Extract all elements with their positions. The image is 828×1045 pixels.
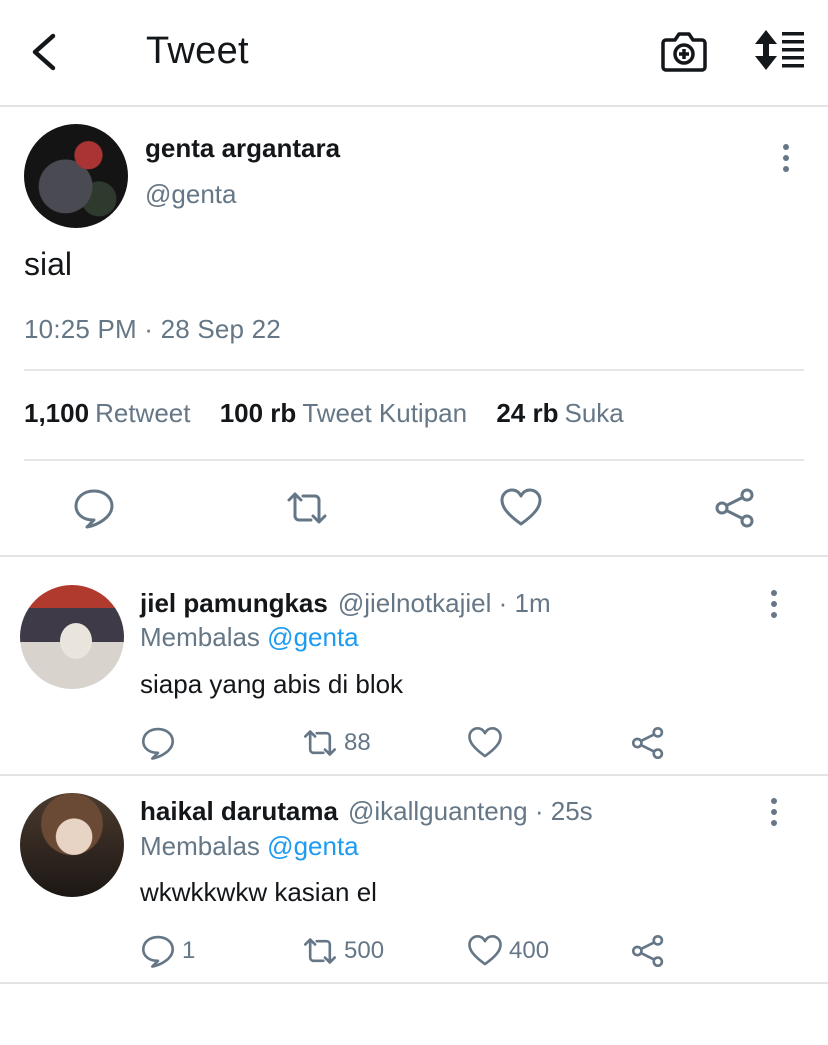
share-icon	[631, 934, 664, 968]
share-button[interactable]	[630, 931, 666, 971]
reply-author-handle[interactable]: @jielnotkajiel	[338, 588, 492, 618]
avatar[interactable]	[20, 793, 124, 897]
like-button[interactable]	[467, 723, 509, 763]
like-count: 400	[509, 937, 550, 964]
reply-time: · 25s	[534, 796, 593, 826]
retweet-button[interactable]	[285, 486, 329, 530]
divider	[0, 555, 828, 557]
reply-count: 1	[182, 937, 196, 964]
reply-button[interactable]	[72, 486, 116, 530]
chevron-left-icon	[32, 33, 56, 71]
share-icon	[631, 726, 664, 760]
quotes-label: Tweet Kutipan	[302, 398, 468, 428]
divider	[0, 982, 828, 984]
divider	[0, 774, 828, 776]
like-button[interactable]: 400	[467, 931, 549, 971]
reply-text: siapa yang abis di blok	[140, 669, 404, 699]
reply-author-handle[interactable]: @ikallguanteng	[348, 796, 528, 826]
tweet-text: sial	[24, 246, 73, 282]
reply-button[interactable]: 1	[140, 931, 195, 971]
mention-link[interactable]: @genta	[267, 831, 358, 861]
share-button[interactable]	[713, 486, 757, 530]
retweets-count: 1,100	[24, 398, 90, 428]
reply-text: wkwkkwkw kasian el	[140, 877, 377, 907]
heart-icon	[500, 488, 542, 526]
replying-to: Membalas @genta	[140, 622, 359, 653]
retweet-button[interactable]: 500	[302, 931, 384, 971]
sort-list-icon	[755, 30, 804, 70]
reply-header: haikal darutama @ikallguanteng · 25s	[140, 796, 593, 827]
quotes-count: 100 rb	[219, 398, 297, 428]
more-options-button[interactable]	[762, 588, 786, 620]
like-button[interactable]	[499, 486, 543, 530]
sort-button[interactable]	[752, 28, 808, 72]
back-button[interactable]	[26, 28, 66, 76]
avatar[interactable]	[20, 585, 124, 689]
retweet-button[interactable]: 88	[302, 723, 371, 763]
replying-to: Membalas @genta	[140, 831, 359, 862]
more-vertical-icon	[771, 798, 777, 826]
retweets-label: Retweet	[95, 398, 191, 428]
reply-author-name[interactable]: jiel pamungkas	[140, 588, 328, 618]
replying-prefix: Membalas	[140, 831, 260, 861]
more-vertical-icon	[783, 144, 789, 172]
retweet-count: 88	[344, 729, 371, 756]
mention-link[interactable]: @genta	[267, 622, 358, 652]
retweet-icon	[303, 938, 337, 964]
more-vertical-icon	[771, 590, 777, 618]
reply-header: jiel pamungkas @jielnotkajiel · 1m	[140, 588, 551, 619]
comment-icon	[141, 935, 175, 968]
quotes-stat[interactable]: 100 rb Tweet Kutipan	[220, 398, 467, 428]
reply-button[interactable]	[140, 723, 182, 763]
page-title: Tweet	[146, 30, 249, 72]
retweet-count: 500	[344, 937, 385, 964]
tweet-stats: 1,100 Retweet 100 rb Tweet Kutipan 24 rb Su…	[24, 398, 646, 429]
reply-author-name[interactable]: haikal darutama	[140, 796, 338, 826]
author-handle[interactable]: @genta	[145, 179, 236, 210]
divider	[24, 459, 804, 461]
reply-time: · 1m	[498, 588, 551, 618]
share-button[interactable]	[630, 723, 666, 763]
tweet-timestamp: 10:25 PM · 28 Sep 22	[24, 314, 281, 344]
replying-prefix: Membalas	[140, 622, 260, 652]
camera-button[interactable]	[660, 28, 708, 74]
heart-icon	[468, 726, 502, 758]
more-options-button[interactable]	[774, 142, 798, 174]
divider	[24, 369, 804, 371]
share-icon	[715, 488, 754, 528]
likes-label: Suka	[564, 398, 624, 428]
comment-icon	[74, 489, 114, 529]
likes-stat[interactable]: 24 rb Suka	[496, 398, 623, 428]
retweets-stat[interactable]: 1,100 Retweet	[24, 398, 190, 428]
retweet-icon	[287, 492, 327, 524]
retweet-icon	[303, 730, 337, 756]
avatar[interactable]	[24, 124, 128, 228]
author-name[interactable]: genta argantara	[145, 133, 340, 164]
likes-count: 24 rb	[496, 398, 559, 428]
top-bar: Tweet	[0, 0, 828, 107]
comment-icon	[141, 727, 175, 760]
heart-icon	[468, 934, 502, 966]
camera-plus-icon	[661, 32, 707, 72]
more-options-button[interactable]	[762, 796, 786, 828]
